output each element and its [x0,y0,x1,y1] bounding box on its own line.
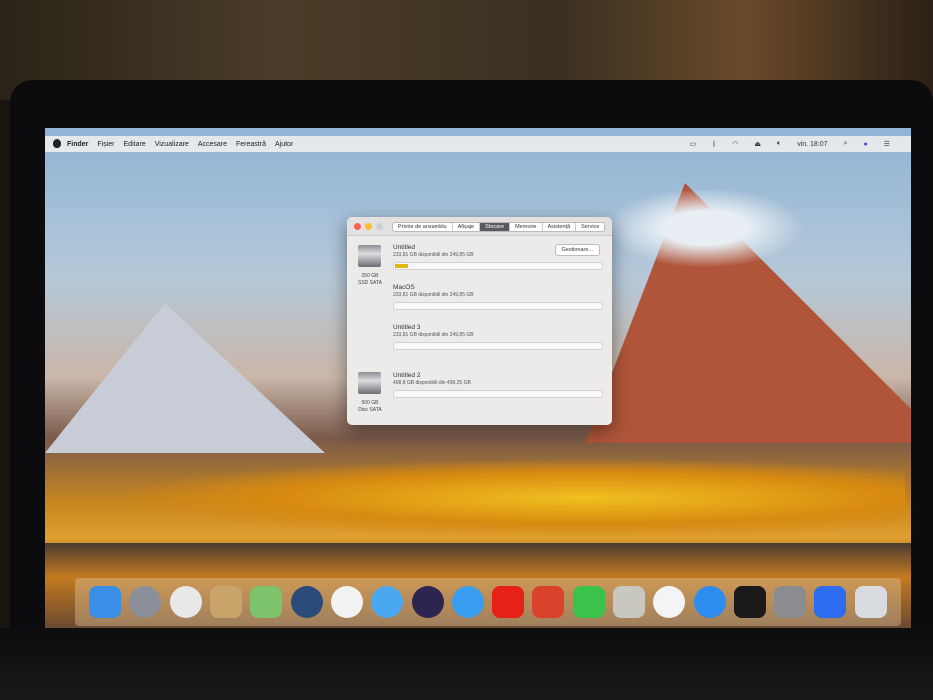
storage-bar [393,262,603,270]
volume-info: 233,81 GB disponibili din 249,85 GB [393,332,474,338]
volume-name: Untitled 2 [393,372,421,379]
siri-icon[interactable] [411,586,444,618]
volume-info: 498,8 GB disponibili din 499,25 GB [393,380,471,386]
disk-capacity: 500 GB [361,400,379,406]
eject-icon[interactable]: ⏏ [754,140,761,148]
youtube-icon[interactable] [492,586,525,618]
clock[interactable]: vin. 18:07 [797,141,827,148]
chrome-icon[interactable] [169,586,202,618]
volume-icon[interactable]: 🔈︎ [777,140,781,148]
maps-icon[interactable] [250,586,283,618]
disk-label: 250 GB SSD SATA [351,273,389,287]
close-button[interactable] [354,223,361,230]
photos-icon[interactable] [330,586,363,618]
safari-icon[interactable] [451,586,484,618]
laptop-bottom-frame [0,628,933,700]
bluetooth-icon[interactable]: ᛒ [712,141,716,148]
trash-icon[interactable] [854,586,887,618]
siri-menu-icon[interactable]: ● [863,141,867,148]
menu-go[interactable]: Accesare [198,141,227,148]
menu-file[interactable]: Fișier [97,141,114,148]
menu-help[interactable]: Ajutor [275,141,293,148]
photo-booth-icon[interactable] [532,586,565,618]
menu-bar: Finder Fișier Editare Vizualizare Accesa… [45,136,911,152]
disk-label: 500 GB Disc SATA [351,400,389,414]
menu-edit[interactable]: Editare [124,141,146,148]
spotlight-icon[interactable]: ⌕ [844,140,848,148]
wallpaper-snow [605,188,805,268]
storage-bar-fill [395,264,409,268]
volume-item: Untitled 3 233,81 GB disponibili din 249… [393,324,603,350]
wallpaper-trees [105,458,905,538]
apple-menu-icon[interactable] [53,139,61,148]
tab-storage[interactable]: Stocare [480,223,511,231]
ssd-disk-icon [358,245,381,267]
about-this-mac-window: Privire de ansamblu Afișaje Stocare Memo… [347,217,612,425]
messages-icon[interactable] [371,586,404,618]
zoom-icon[interactable] [814,586,847,618]
zoom-button [376,223,383,230]
volume-item: Untitled 2 498,8 GB disponibili din 499,… [393,372,603,398]
volume-item: Untitled 233,81 GB disponibili din 249,8… [393,244,603,270]
window-titlebar: Privire de ansamblu Afișaje Stocare Memo… [347,217,612,236]
app-store-icon[interactable] [693,586,726,618]
disk-type: Disc SATA [358,407,382,413]
quicktime-icon[interactable] [290,586,323,618]
piano-icon[interactable] [733,586,766,618]
screen-mirroring-icon[interactable]: ▭ [689,140,696,148]
tab-support[interactable]: Asistență [543,223,577,231]
system-preferences-icon[interactable] [774,586,807,618]
disk-capacity: 250 GB [361,273,379,279]
facetime-icon[interactable] [572,586,605,618]
calculator-icon[interactable] [613,586,645,618]
volume-name: MacOS [393,284,415,291]
tab-service[interactable]: Service [576,223,604,231]
notification-center-icon[interactable]: ☰ [884,140,890,148]
hdd-disk-icon [358,372,381,394]
volume-name: Untitled 3 [393,324,421,331]
menu-view[interactable]: Vizualizare [155,141,189,148]
storage-bar [393,302,603,310]
volume-info: 233,81 GB disponibili din 249,85 GB [393,252,474,258]
finder-icon[interactable] [89,586,122,618]
volume-name: Untitled [393,244,416,251]
volume-item: MacOS 233,81 GB disponibili din 249,85 G… [393,284,603,310]
itunes-icon[interactable] [653,586,686,618]
contacts-icon[interactable] [210,586,243,618]
volume-info: 233,81 GB disponibili din 249,85 GB [393,292,474,298]
tab-memory[interactable]: Memorie [510,223,543,231]
tab-displays[interactable]: Afișaje [453,223,481,231]
storage-bar [393,390,603,398]
menu-app-name[interactable]: Finder [67,141,88,148]
menu-window[interactable]: Fereastră [236,141,266,148]
wifi-icon[interactable]: ◠ [732,140,738,148]
disk-type: SSD SATA [358,280,382,286]
minimize-button[interactable] [365,223,372,230]
desktop-screen: Finder Fișier Editare Vizualizare Accesa… [45,128,911,628]
storage-bar [393,342,603,350]
launchpad-icon[interactable] [129,586,162,618]
tab-bar: Privire de ansamblu Afișaje Stocare Memo… [392,222,606,232]
dock [75,578,901,626]
tab-overview[interactable]: Privire de ansamblu [393,223,453,231]
wallpaper-mountain-left [45,303,325,453]
status-area: ▭ ᛒ ◠ ⏏ 🔈︎ vin. 18:07 ⌕ ● ☰ [689,136,899,152]
